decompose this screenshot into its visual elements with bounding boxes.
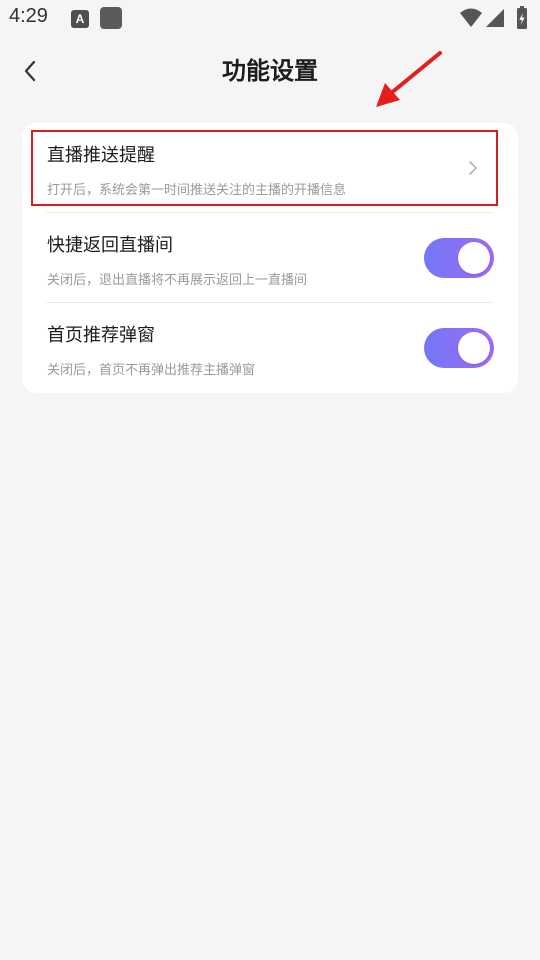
- status-bar: 4:29 A: [0, 0, 540, 38]
- toggle-knob: [458, 242, 490, 274]
- signal-icon: [486, 9, 504, 27]
- wifi-icon: [460, 8, 482, 27]
- battery-charging-icon: [517, 6, 527, 29]
- settings-card: 直播推送提醒 打开后，系统会第一时间推送关注的主播的开播信息 快捷返回直播间 关…: [22, 123, 518, 393]
- setting-live-push-reminder[interactable]: 直播推送提醒 打开后，系统会第一时间推送关注的主播的开播信息: [22, 123, 518, 213]
- page-title: 功能设置: [222, 57, 318, 85]
- setting-quick-return-live-room: 快捷返回直播间 关闭后，退出直播将不再展示返回上一直播间: [22, 213, 518, 303]
- toggle-knob: [458, 332, 490, 364]
- setting-description: 关闭后，首页不再弹出推荐主播弹窗: [47, 363, 256, 378]
- chevron-right-icon[interactable]: [467, 160, 479, 176]
- setting-title: 快捷返回直播间: [47, 235, 173, 256]
- square-icon: [100, 7, 122, 29]
- setting-title: 直播推送提醒: [47, 145, 155, 166]
- setting-description: 打开后，系统会第一时间推送关注的主播的开播信息: [47, 183, 347, 198]
- quick-return-toggle[interactable]: [424, 238, 494, 278]
- setting-description: 关闭后，退出直播将不再展示返回上一直播间: [47, 273, 308, 288]
- status-time: 4:29: [9, 5, 48, 27]
- setting-title: 首页推荐弹窗: [47, 325, 155, 346]
- setting-home-recommend-popup: 首页推荐弹窗 关闭后，首页不再弹出推荐主播弹窗: [22, 303, 518, 393]
- header: 功能设置: [0, 38, 540, 104]
- a-icon: A: [71, 10, 89, 28]
- home-recommend-toggle[interactable]: [424, 328, 494, 368]
